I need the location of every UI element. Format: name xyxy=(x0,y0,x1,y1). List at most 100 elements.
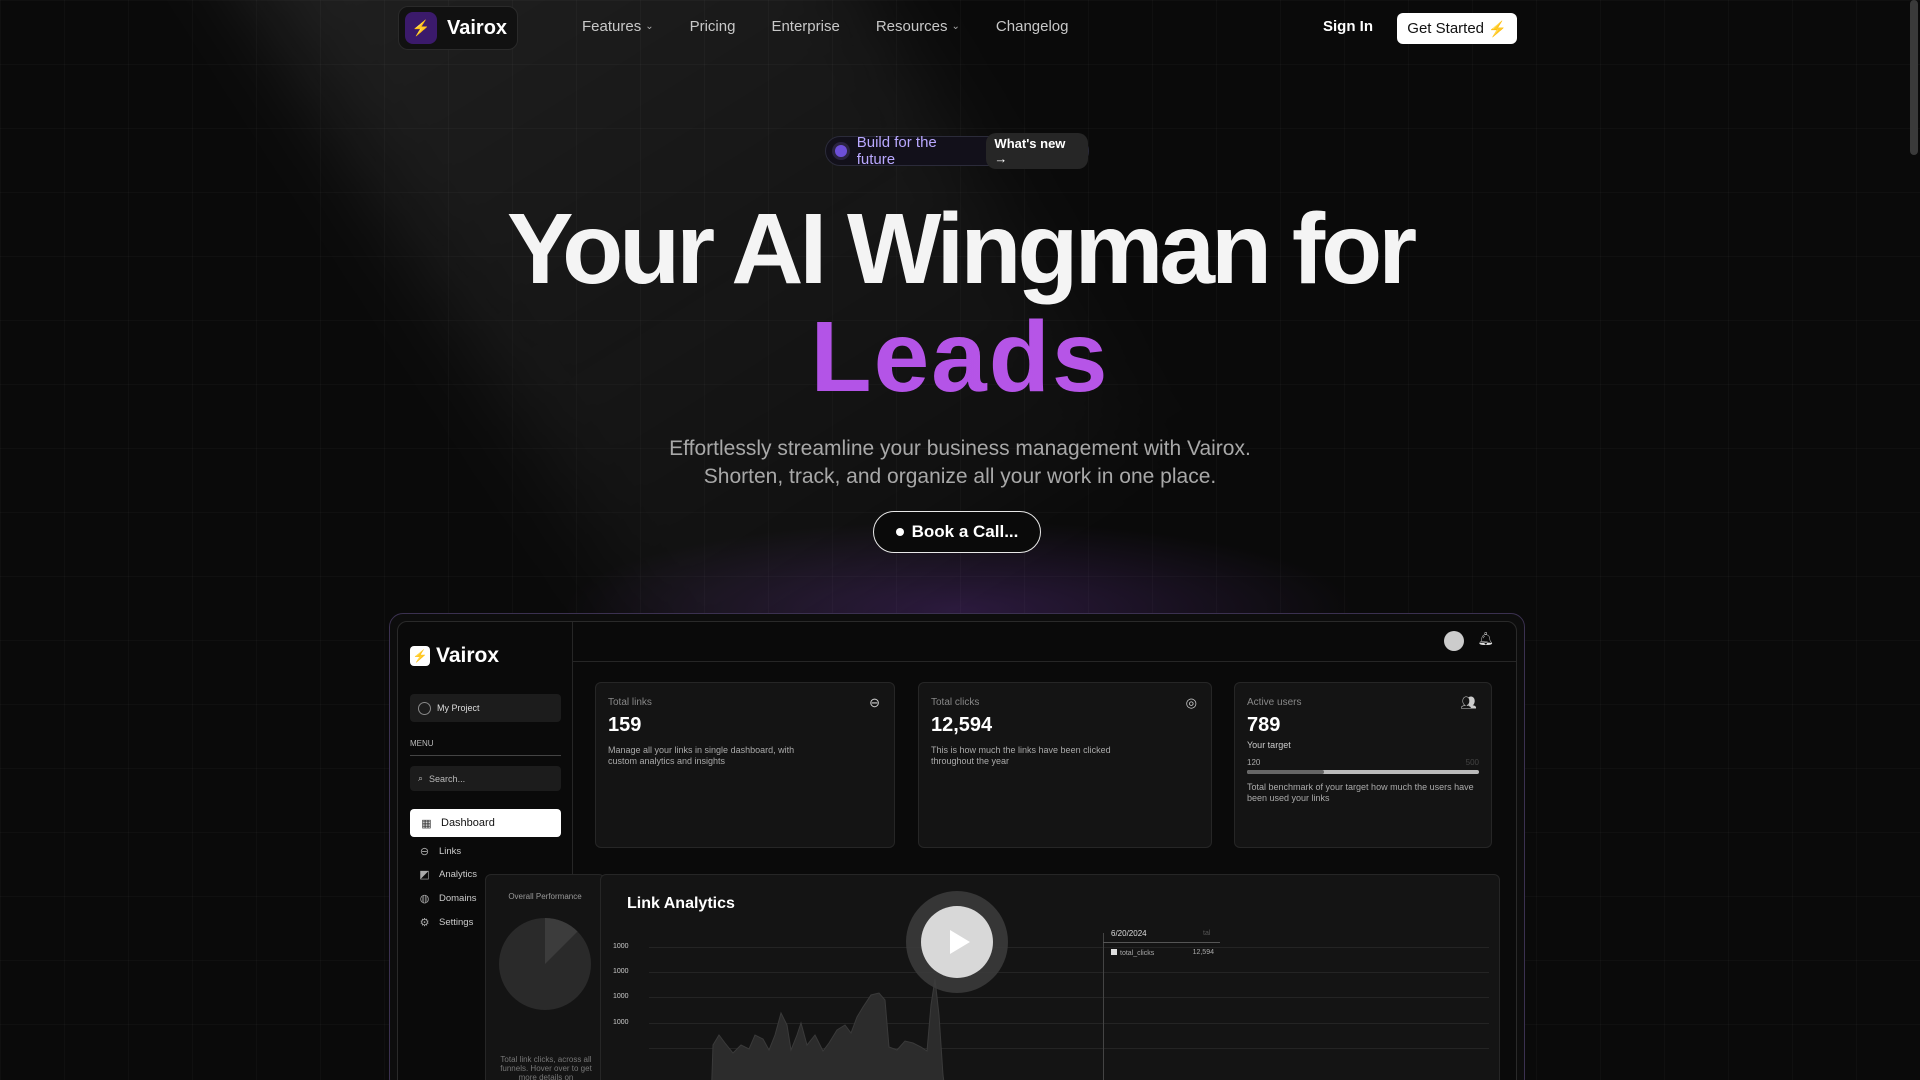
tooltip-value: 12,594 xyxy=(1192,949,1214,956)
app-brand-name: Vairox xyxy=(436,644,500,667)
app-preview: ⚡ Vairox My Project MENU ⌕ Search... ▦ D… xyxy=(397,621,1517,1080)
sidebar-item-settings[interactable]: ⚙ Settings xyxy=(418,916,474,929)
top-navigation: ⚡ Vairox Features ⌄ Pricing Enterprise Re… xyxy=(0,0,1920,56)
target-progress-fill xyxy=(1247,770,1324,774)
project-name: My Project xyxy=(437,703,480,713)
bell-icon[interactable]: 🔔︎ xyxy=(1477,631,1494,647)
nav-features-label: Features xyxy=(582,18,642,35)
app-brand[interactable]: ⚡ Vairox xyxy=(410,644,499,668)
link-icon: ⊖ xyxy=(869,695,880,710)
nav-resources[interactable]: Resources ⌄ xyxy=(876,18,960,35)
get-started-button[interactable]: Get Started ⚡ xyxy=(1397,13,1517,44)
play-video-button[interactable] xyxy=(906,891,1008,993)
sidebar-item-domains[interactable]: ◍ Domains xyxy=(418,892,477,905)
nav-features[interactable]: Features ⌄ xyxy=(582,18,654,35)
performance-description: Total link clicks, across all funnels. H… xyxy=(500,1055,592,1080)
brand-name: Vairox xyxy=(447,16,508,39)
sidebar-item-label: Dashboard xyxy=(441,817,495,829)
tooltip-series: total_clicks xyxy=(1120,950,1155,957)
nav-pricing-label: Pricing xyxy=(689,18,736,35)
target-progress-bar xyxy=(1247,770,1479,774)
avatar[interactable] xyxy=(1444,631,1464,651)
book-call-label: Book a Call... xyxy=(911,522,1019,541)
logo-icon: ⚡ xyxy=(410,646,430,666)
menu-divider xyxy=(410,755,561,756)
logo-icon: ⚡ xyxy=(405,12,437,44)
project-selector[interactable]: My Project xyxy=(410,694,561,722)
total-clicks-card: Total clicks 12,594 This is how much the… xyxy=(918,682,1212,848)
card-value: 12,594 xyxy=(931,714,993,736)
nav-links: Features ⌄ Pricing Enterprise Resources ⌄ … xyxy=(582,18,1068,35)
get-started-label: Get Started xyxy=(1407,20,1485,37)
chart-icon: ◩ xyxy=(419,869,430,881)
sidebar-item-dashboard[interactable]: ▦ Dashboard xyxy=(410,809,561,837)
book-call-button[interactable]: Book a Call... xyxy=(873,511,1041,553)
card-description: Manage all your links in single dashboar… xyxy=(608,745,795,766)
whats-new-label: What's new xyxy=(994,136,1066,151)
link-analytics-card: Link Analytics 1000 1000 1000 1000 6/20/… xyxy=(600,874,1500,1080)
performance-label: Overall Performance xyxy=(508,892,582,901)
app-topbar: 🔔︎ xyxy=(573,622,1516,662)
arrow-right-icon: → xyxy=(994,151,1008,166)
play-button-inner xyxy=(921,906,993,978)
card-value: 789 xyxy=(1247,714,1281,736)
nav-changelog[interactable]: Changelog xyxy=(996,18,1069,35)
progress-max: 500 xyxy=(1465,758,1479,767)
progress-current: 120 xyxy=(1247,758,1261,767)
overall-performance-card: Overall Performance Total link clicks, a… xyxy=(485,874,605,1080)
user-circle-icon xyxy=(418,701,431,715)
grid-icon: ▦ xyxy=(421,817,432,830)
dot-icon xyxy=(835,145,847,157)
chevron-down-icon: ⌄ xyxy=(645,21,654,32)
card-value: 159 xyxy=(608,714,642,736)
sidebar-item-label: Domains xyxy=(439,893,477,904)
chevron-down-icon: ⌄ xyxy=(951,21,960,32)
target-label: Your target xyxy=(1247,740,1291,750)
card-label: Total clicks xyxy=(931,697,980,708)
card-label: Total links xyxy=(608,697,652,708)
active-users-card: Active users 789 Your target 120 500 Tot… xyxy=(1234,682,1492,848)
series-swatch xyxy=(1111,949,1117,955)
nav-pricing[interactable]: Pricing xyxy=(690,18,736,35)
nav-changelog-label: Changelog xyxy=(995,18,1069,35)
play-icon xyxy=(949,930,970,954)
search-icon: ⌕ xyxy=(418,773,424,783)
area-series xyxy=(711,978,945,1080)
sidebar-item-label: Settings xyxy=(439,917,474,928)
nav-enterprise-label: Enterprise xyxy=(771,18,840,35)
card-label: Active users xyxy=(1247,697,1302,708)
dot-icon xyxy=(895,528,904,536)
hero-subtitle-line1: Effortlessly streamline your business ma… xyxy=(669,437,1251,460)
hero-title-line1: Your AI Wingman for xyxy=(506,193,1417,305)
clicks-area-chart[interactable] xyxy=(601,875,1500,1080)
menu-label: MENU xyxy=(410,739,434,748)
globe-icon: ◍ xyxy=(419,893,430,905)
nav-resources-label: Resources xyxy=(875,18,948,35)
hero-subtitle-line2: Shorten, track, and organize all your wo… xyxy=(703,465,1217,488)
sidebar-item-label: Analytics xyxy=(439,869,478,880)
brand-logo[interactable]: ⚡ Vairox xyxy=(398,6,518,50)
performance-pie[interactable] xyxy=(498,917,592,1011)
target-progress-labels: 120 500 xyxy=(1247,758,1479,770)
hero-title-line2: Leads xyxy=(0,300,1920,415)
search-placeholder: Search... xyxy=(429,773,466,784)
gear-icon: ⚙ xyxy=(419,917,430,929)
tooltip-row: total_clicks 12,594 xyxy=(1103,943,1220,957)
link-icon: ⊖ xyxy=(419,846,430,858)
users-icon: 👥︎ xyxy=(1460,695,1477,710)
bolt-icon: ⚡ xyxy=(1488,20,1507,38)
sidebar-item-links[interactable]: ⊖ Links xyxy=(418,845,461,858)
card-description: This is how much the links have been cli… xyxy=(931,745,1111,766)
card-description: Total benchmark of your target how much … xyxy=(1247,782,1474,803)
sign-in-link[interactable]: Sign In xyxy=(1323,18,1373,35)
cursor-click-icon: ◎ xyxy=(1185,695,1197,710)
search-input[interactable]: ⌕ Search... xyxy=(410,766,561,791)
nav-enterprise[interactable]: Enterprise xyxy=(771,18,839,35)
whats-new-badge[interactable]: What's new → xyxy=(986,133,1088,169)
sidebar-item-analytics[interactable]: ◩ Analytics xyxy=(418,868,477,881)
total-label-fragment: tal xyxy=(1203,930,1211,937)
total-links-card: Total links 159 Manage all your links in… xyxy=(595,682,895,848)
sidebar-item-label: Links xyxy=(439,846,462,857)
announcement-pill[interactable]: Build for the future What's new → xyxy=(825,133,1089,169)
pill-text: Build for the future xyxy=(856,134,937,168)
